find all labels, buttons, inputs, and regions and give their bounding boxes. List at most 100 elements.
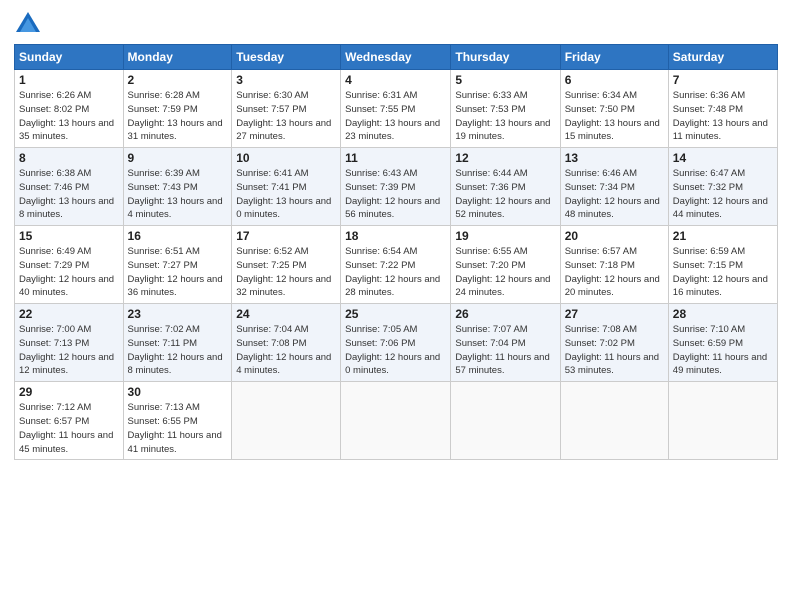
day-number: 12 bbox=[455, 151, 555, 165]
calendar-cell: 18 Sunrise: 6:54 AMSunset: 7:22 PMDaylig… bbox=[341, 226, 451, 304]
day-info: Sunrise: 6:47 AMSunset: 7:32 PMDaylight:… bbox=[673, 168, 768, 220]
day-header-tuesday: Tuesday bbox=[232, 45, 341, 70]
calendar-cell bbox=[560, 382, 668, 460]
calendar-table: SundayMondayTuesdayWednesdayThursdayFrid… bbox=[14, 44, 778, 460]
day-info: Sunrise: 6:44 AMSunset: 7:36 PMDaylight:… bbox=[455, 168, 550, 220]
day-info: Sunrise: 6:51 AMSunset: 7:27 PMDaylight:… bbox=[128, 246, 223, 298]
calendar-cell: 22 Sunrise: 7:00 AMSunset: 7:13 PMDaylig… bbox=[15, 304, 124, 382]
calendar-cell bbox=[668, 382, 777, 460]
day-info: Sunrise: 6:39 AMSunset: 7:43 PMDaylight:… bbox=[128, 168, 223, 220]
day-number: 2 bbox=[128, 73, 228, 87]
logo-icon bbox=[14, 10, 42, 38]
calendar-cell: 9 Sunrise: 6:39 AMSunset: 7:43 PMDayligh… bbox=[123, 148, 232, 226]
calendar-cell: 14 Sunrise: 6:47 AMSunset: 7:32 PMDaylig… bbox=[668, 148, 777, 226]
day-number: 14 bbox=[673, 151, 773, 165]
day-info: Sunrise: 6:31 AMSunset: 7:55 PMDaylight:… bbox=[345, 90, 440, 142]
day-info: Sunrise: 6:46 AMSunset: 7:34 PMDaylight:… bbox=[565, 168, 660, 220]
calendar-cell: 12 Sunrise: 6:44 AMSunset: 7:36 PMDaylig… bbox=[451, 148, 560, 226]
logo-area bbox=[14, 10, 44, 38]
day-info: Sunrise: 6:54 AMSunset: 7:22 PMDaylight:… bbox=[345, 246, 440, 298]
day-info: Sunrise: 7:08 AMSunset: 7:02 PMDaylight:… bbox=[565, 324, 659, 376]
day-info: Sunrise: 7:00 AMSunset: 7:13 PMDaylight:… bbox=[19, 324, 114, 376]
calendar-cell: 7 Sunrise: 6:36 AMSunset: 7:48 PMDayligh… bbox=[668, 70, 777, 148]
day-info: Sunrise: 6:36 AMSunset: 7:48 PMDaylight:… bbox=[673, 90, 768, 142]
day-number: 16 bbox=[128, 229, 228, 243]
calendar-cell: 16 Sunrise: 6:51 AMSunset: 7:27 PMDaylig… bbox=[123, 226, 232, 304]
calendar-cell: 20 Sunrise: 6:57 AMSunset: 7:18 PMDaylig… bbox=[560, 226, 668, 304]
day-number: 21 bbox=[673, 229, 773, 243]
calendar-cell: 6 Sunrise: 6:34 AMSunset: 7:50 PMDayligh… bbox=[560, 70, 668, 148]
day-info: Sunrise: 6:43 AMSunset: 7:39 PMDaylight:… bbox=[345, 168, 440, 220]
calendar-week-row: 1 Sunrise: 6:26 AMSunset: 8:02 PMDayligh… bbox=[15, 70, 778, 148]
day-info: Sunrise: 6:26 AMSunset: 8:02 PMDaylight:… bbox=[19, 90, 114, 142]
day-info: Sunrise: 6:28 AMSunset: 7:59 PMDaylight:… bbox=[128, 90, 223, 142]
day-number: 17 bbox=[236, 229, 336, 243]
calendar-cell: 21 Sunrise: 6:59 AMSunset: 7:15 PMDaylig… bbox=[668, 226, 777, 304]
calendar-cell: 8 Sunrise: 6:38 AMSunset: 7:46 PMDayligh… bbox=[15, 148, 124, 226]
calendar-cell: 19 Sunrise: 6:55 AMSunset: 7:20 PMDaylig… bbox=[451, 226, 560, 304]
calendar-cell: 10 Sunrise: 6:41 AMSunset: 7:41 PMDaylig… bbox=[232, 148, 341, 226]
day-header-sunday: Sunday bbox=[15, 45, 124, 70]
day-info: Sunrise: 6:33 AMSunset: 7:53 PMDaylight:… bbox=[455, 90, 550, 142]
day-number: 9 bbox=[128, 151, 228, 165]
day-number: 22 bbox=[19, 307, 119, 321]
calendar-cell: 29 Sunrise: 7:12 AMSunset: 6:57 PMDaylig… bbox=[15, 382, 124, 460]
day-info: Sunrise: 7:13 AMSunset: 6:55 PMDaylight:… bbox=[128, 402, 222, 454]
day-info: Sunrise: 7:05 AMSunset: 7:06 PMDaylight:… bbox=[345, 324, 440, 376]
day-header-friday: Friday bbox=[560, 45, 668, 70]
day-info: Sunrise: 6:38 AMSunset: 7:46 PMDaylight:… bbox=[19, 168, 114, 220]
day-number: 13 bbox=[565, 151, 664, 165]
calendar-cell: 3 Sunrise: 6:30 AMSunset: 7:57 PMDayligh… bbox=[232, 70, 341, 148]
day-number: 7 bbox=[673, 73, 773, 87]
calendar-week-row: 29 Sunrise: 7:12 AMSunset: 6:57 PMDaylig… bbox=[15, 382, 778, 460]
day-info: Sunrise: 6:57 AMSunset: 7:18 PMDaylight:… bbox=[565, 246, 660, 298]
day-number: 29 bbox=[19, 385, 119, 399]
day-number: 19 bbox=[455, 229, 555, 243]
day-info: Sunrise: 6:59 AMSunset: 7:15 PMDaylight:… bbox=[673, 246, 768, 298]
header bbox=[14, 10, 778, 38]
day-number: 15 bbox=[19, 229, 119, 243]
day-info: Sunrise: 6:55 AMSunset: 7:20 PMDaylight:… bbox=[455, 246, 550, 298]
day-number: 6 bbox=[565, 73, 664, 87]
day-info: Sunrise: 7:12 AMSunset: 6:57 PMDaylight:… bbox=[19, 402, 113, 454]
calendar-header-row: SundayMondayTuesdayWednesdayThursdayFrid… bbox=[15, 45, 778, 70]
day-header-monday: Monday bbox=[123, 45, 232, 70]
day-number: 24 bbox=[236, 307, 336, 321]
day-number: 1 bbox=[19, 73, 119, 87]
calendar-cell: 30 Sunrise: 7:13 AMSunset: 6:55 PMDaylig… bbox=[123, 382, 232, 460]
calendar-cell: 5 Sunrise: 6:33 AMSunset: 7:53 PMDayligh… bbox=[451, 70, 560, 148]
day-number: 4 bbox=[345, 73, 446, 87]
calendar-cell: 17 Sunrise: 6:52 AMSunset: 7:25 PMDaylig… bbox=[232, 226, 341, 304]
day-number: 18 bbox=[345, 229, 446, 243]
day-number: 8 bbox=[19, 151, 119, 165]
day-number: 3 bbox=[236, 73, 336, 87]
calendar-cell bbox=[341, 382, 451, 460]
page: SundayMondayTuesdayWednesdayThursdayFrid… bbox=[0, 0, 792, 612]
day-number: 10 bbox=[236, 151, 336, 165]
calendar-cell: 1 Sunrise: 6:26 AMSunset: 8:02 PMDayligh… bbox=[15, 70, 124, 148]
calendar-week-row: 22 Sunrise: 7:00 AMSunset: 7:13 PMDaylig… bbox=[15, 304, 778, 382]
calendar-cell: 13 Sunrise: 6:46 AMSunset: 7:34 PMDaylig… bbox=[560, 148, 668, 226]
day-info: Sunrise: 6:34 AMSunset: 7:50 PMDaylight:… bbox=[565, 90, 660, 142]
calendar-week-row: 8 Sunrise: 6:38 AMSunset: 7:46 PMDayligh… bbox=[15, 148, 778, 226]
calendar-cell bbox=[232, 382, 341, 460]
calendar-cell: 11 Sunrise: 6:43 AMSunset: 7:39 PMDaylig… bbox=[341, 148, 451, 226]
day-number: 28 bbox=[673, 307, 773, 321]
day-info: Sunrise: 7:04 AMSunset: 7:08 PMDaylight:… bbox=[236, 324, 331, 376]
day-number: 30 bbox=[128, 385, 228, 399]
day-info: Sunrise: 6:41 AMSunset: 7:41 PMDaylight:… bbox=[236, 168, 331, 220]
calendar-cell: 25 Sunrise: 7:05 AMSunset: 7:06 PMDaylig… bbox=[341, 304, 451, 382]
day-number: 20 bbox=[565, 229, 664, 243]
day-info: Sunrise: 7:10 AMSunset: 6:59 PMDaylight:… bbox=[673, 324, 767, 376]
day-info: Sunrise: 7:02 AMSunset: 7:11 PMDaylight:… bbox=[128, 324, 223, 376]
calendar-cell: 26 Sunrise: 7:07 AMSunset: 7:04 PMDaylig… bbox=[451, 304, 560, 382]
day-number: 23 bbox=[128, 307, 228, 321]
day-info: Sunrise: 6:52 AMSunset: 7:25 PMDaylight:… bbox=[236, 246, 331, 298]
calendar-cell: 23 Sunrise: 7:02 AMSunset: 7:11 PMDaylig… bbox=[123, 304, 232, 382]
calendar-cell: 4 Sunrise: 6:31 AMSunset: 7:55 PMDayligh… bbox=[341, 70, 451, 148]
day-header-saturday: Saturday bbox=[668, 45, 777, 70]
day-header-thursday: Thursday bbox=[451, 45, 560, 70]
calendar-cell: 27 Sunrise: 7:08 AMSunset: 7:02 PMDaylig… bbox=[560, 304, 668, 382]
calendar-cell bbox=[451, 382, 560, 460]
day-number: 26 bbox=[455, 307, 555, 321]
